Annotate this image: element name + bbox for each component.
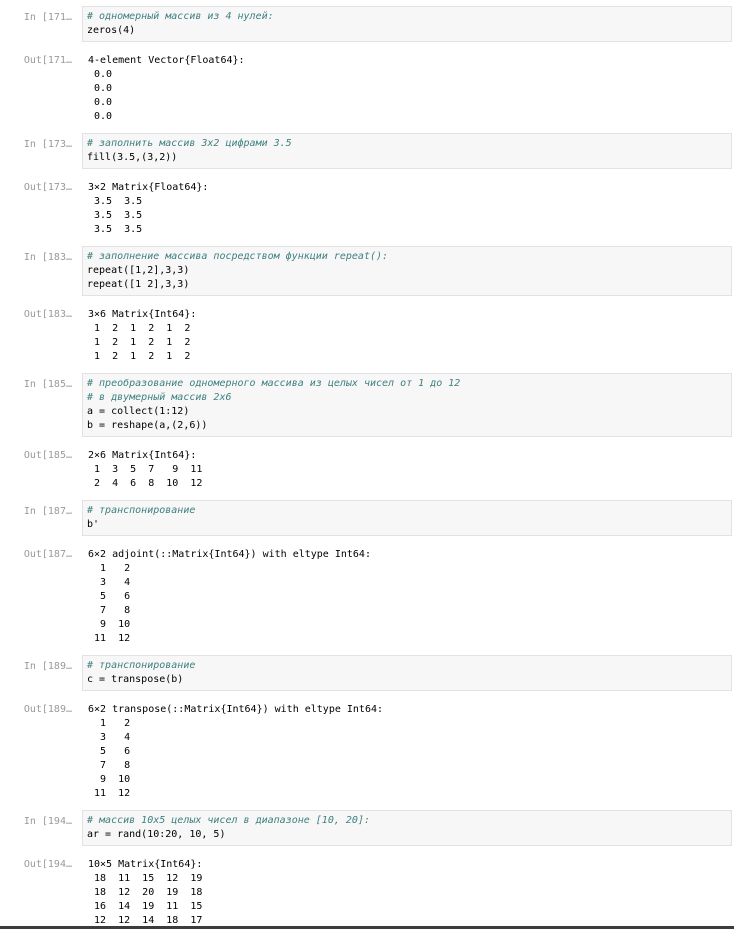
output-line: 0.0 [88, 97, 113, 108]
output-prompt: Out[185… [23, 450, 72, 461]
input-prompt: In [185… [23, 379, 72, 390]
input-prompt: In [189… [23, 661, 72, 672]
output-line: 2 4 6 8 10 12 [88, 478, 203, 489]
output-line: 9 10 [88, 774, 131, 785]
code-input[interactable]: # массив 10х5 целых чисел в диапазоне [1… [82, 810, 732, 846]
code-line: c = transpose(b) [87, 674, 184, 685]
output-line: 9 10 [88, 619, 131, 630]
notebook: In [171… # одномерный массив из 4 нулей:… [0, 6, 734, 934]
output-prompt: Out[171… [23, 55, 72, 66]
output-prompt: Out[189… [23, 704, 72, 715]
cell-output: 3×6 Matrix{Int64}: 1 2 1 2 1 2 1 2 1 2 1… [88, 308, 728, 364]
cell-output: 3×2 Matrix{Float64}: 3.5 3.5 3.5 3.5 3.5… [88, 181, 728, 237]
output-line: 11 12 [88, 788, 131, 799]
code-line: zeros(4) [87, 25, 136, 36]
notebook-cell: In [183… # заполнение массива посредство… [0, 246, 734, 373]
code-comment: # транспонирование [87, 505, 196, 516]
output-line: 1 2 [88, 563, 131, 574]
code-comment: # массив 10х5 целых чисел в диапазоне [1… [87, 815, 370, 826]
input-prompt: In [173… [23, 139, 72, 150]
cell-output: 10×5 Matrix{Int64}: 18 11 15 12 19 18 12… [88, 858, 728, 928]
notebook-cell: In [171… # одномерный массив из 4 нулей:… [0, 6, 734, 133]
output-line: 3×6 Matrix{Int64}: [88, 309, 197, 320]
output-line: 2×6 Matrix{Int64}: [88, 450, 197, 461]
input-prompt: In [171… [23, 12, 72, 23]
output-prompt: Out[183… [23, 309, 72, 320]
code-comment: # преобразование одномерного массива из … [87, 378, 461, 389]
code-input[interactable]: # заполнение массива посредством функции… [82, 246, 732, 296]
cell-output: 4-element Vector{Float64}: 0.0 0.0 0.0 0… [88, 54, 728, 124]
code-line: a = collect(1:12) [87, 406, 190, 417]
output-line: 1 2 1 2 1 2 [88, 351, 191, 362]
code-line: b = reshape(a,(2,6)) [87, 420, 208, 431]
output-line: 3×2 Matrix{Float64}: [88, 182, 209, 193]
code-line: repeat([1 2],3,3) [87, 279, 190, 290]
input-prompt: In [194… [23, 816, 72, 827]
code-input[interactable]: # транспонирование b' [82, 500, 732, 536]
code-line: repeat([1,2],3,3) [87, 265, 190, 276]
output-line: 18 12 20 19 18 [88, 887, 203, 898]
output-line: 1 3 5 7 9 11 [88, 464, 203, 475]
code-input[interactable]: # заполнить массив 3х2 цифрами 3.5 fill(… [82, 133, 732, 169]
output-line: 18 11 15 12 19 [88, 873, 203, 884]
output-line: 10×5 Matrix{Int64}: [88, 859, 203, 870]
output-line: 0.0 [88, 69, 113, 80]
output-line: 5 6 [88, 746, 131, 757]
output-line: 6×2 transpose(::Matrix{Int64}) with elty… [88, 704, 384, 715]
output-line: 7 8 [88, 760, 131, 771]
output-line: 5 6 [88, 591, 131, 602]
input-prompt: In [187… [23, 506, 72, 517]
notebook-cell: In [173… # заполнить массив 3х2 цифрами … [0, 133, 734, 246]
code-line: ar = rand(10:20, 10, 5) [87, 829, 226, 840]
output-line: 0.0 [88, 111, 113, 122]
output-line: 1 2 [88, 718, 131, 729]
output-line: 11 12 [88, 633, 131, 644]
output-prompt: Out[194… [23, 859, 72, 870]
code-input[interactable]: # преобразование одномерного массива из … [82, 373, 732, 437]
output-line: 3.5 3.5 [88, 224, 143, 235]
cell-output: 6×2 adjoint(::Matrix{Int64}) with eltype… [88, 548, 728, 646]
output-prompt: Out[173… [23, 182, 72, 193]
code-line: b' [87, 519, 100, 530]
code-comment: # в двумерный массив 2х6 [87, 392, 232, 403]
cell-output: 6×2 transpose(::Matrix{Int64}) with elty… [88, 703, 728, 801]
code-comment: # заполнение массива посредством функции… [87, 251, 389, 262]
output-line: 7 8 [88, 605, 131, 616]
code-comment: # заполнить массив 3х2 цифрами 3.5 [87, 138, 292, 149]
output-line: 3.5 3.5 [88, 196, 143, 207]
output-line: 3 4 [88, 577, 131, 588]
notebook-cell: In [187… # транспонирование b' Out[187… … [0, 500, 734, 655]
code-line: fill(3.5,(3,2)) [87, 152, 178, 163]
cell-output: 2×6 Matrix{Int64}: 1 3 5 7 9 11 2 4 6 8 … [88, 449, 728, 491]
output-line: 4-element Vector{Float64}: [88, 55, 245, 66]
output-line: 6×2 adjoint(::Matrix{Int64}) with eltype… [88, 549, 371, 560]
output-line: 1 2 1 2 1 2 [88, 337, 191, 348]
code-input[interactable]: # транспонирование c = transpose(b) [82, 655, 732, 691]
notebook-cell: In [189… # транспонирование c = transpos… [0, 655, 734, 810]
output-line: 3.5 3.5 [88, 210, 143, 221]
code-comment: # одномерный массив из 4 нулей: [87, 11, 274, 22]
notebook-cell: In [194… # массив 10х5 целых чисел в диа… [0, 810, 734, 934]
output-line: 3 4 [88, 732, 131, 743]
output-line: 0.0 [88, 83, 113, 94]
output-prompt: Out[187… [23, 549, 72, 560]
code-input[interactable]: # одномерный массив из 4 нулей: zeros(4) [82, 6, 732, 42]
notebook-cell: In [185… # преобразование одномерного ма… [0, 373, 734, 500]
input-prompt: In [183… [23, 252, 72, 263]
output-line: 1 2 1 2 1 2 [88, 323, 191, 334]
output-line: 16 14 19 11 15 [88, 901, 203, 912]
code-comment: # транспонирование [87, 660, 196, 671]
